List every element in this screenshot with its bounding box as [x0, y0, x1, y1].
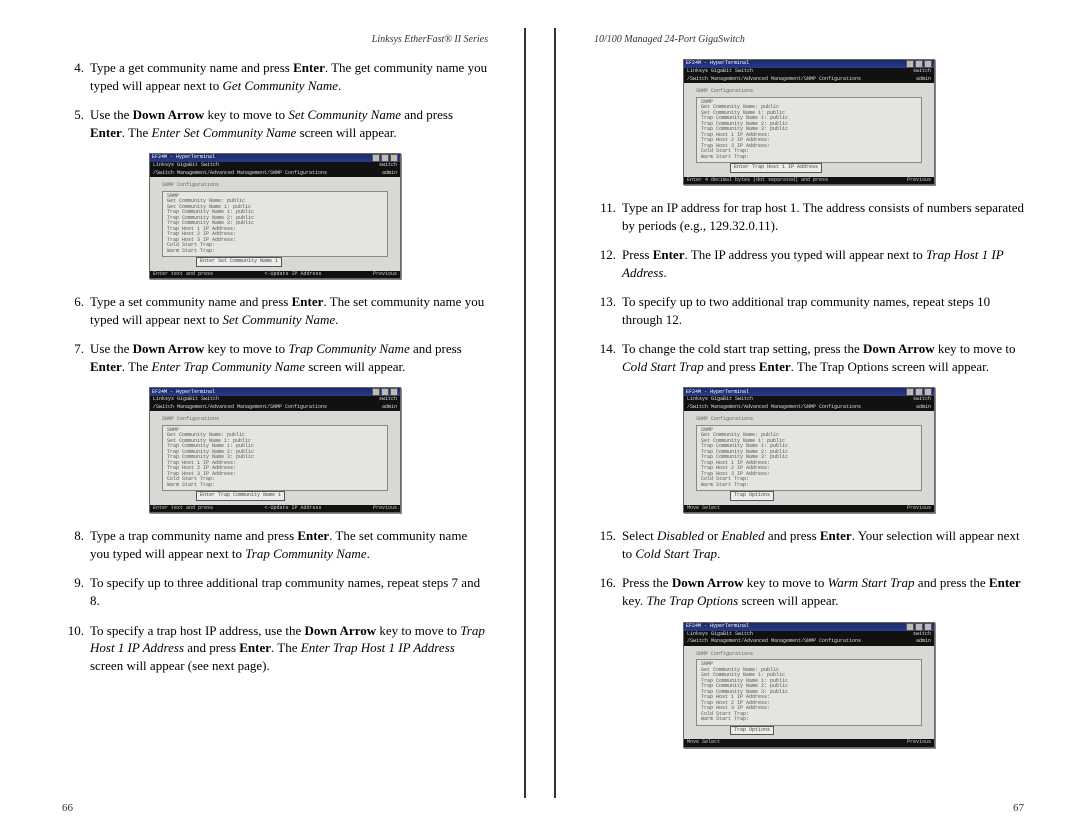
header-right: 10/100 Managed 24-Port GigaSwitch	[594, 34, 1024, 45]
steps-left: 6.Type a set community name and press En…	[62, 293, 488, 375]
screenshot-trap-host-ip: EF24M - HyperTerminalLinksys GigaBit Swi…	[683, 59, 935, 185]
screenshot-trap-options-cold: EF24M - HyperTerminalLinksys GigaBit Swi…	[683, 387, 935, 513]
step: 15.Select Disabled or Enabled and press …	[594, 527, 1024, 562]
page-number-right: 67	[1013, 802, 1024, 814]
step: 16.Press the Down Arrow key to move to W…	[594, 574, 1024, 609]
header-left: Linksys EtherFast® II Series	[62, 34, 488, 45]
screenshot-set-community: EF24M - HyperTerminalLinksys GigaBit Swi…	[149, 153, 401, 279]
step: 9.To specify up to three additional trap…	[62, 574, 488, 609]
steps-left: 8.Type a trap community name and press E…	[62, 527, 488, 674]
page-number-left: 66	[62, 802, 73, 814]
divider	[524, 28, 526, 798]
divider	[554, 28, 556, 798]
step: 13.To specify up to two additional trap …	[594, 293, 1024, 328]
step: 8.Type a trap community name and press E…	[62, 527, 488, 562]
step: 11.Type an IP address for trap host 1. T…	[594, 199, 1024, 234]
steps-right: 15.Select Disabled or Enabled and press …	[594, 527, 1024, 609]
step: 10.To specify a trap host IP address, us…	[62, 622, 488, 675]
page-right: 10/100 Managed 24-Port GigaSwitch EF24M …	[540, 0, 1080, 834]
step: 4.Type a get community name and press En…	[62, 59, 488, 94]
step: 12.Press Enter. The IP address you typed…	[594, 246, 1024, 281]
step: 14.To change the cold start trap setting…	[594, 340, 1024, 375]
step: 6.Type a set community name and press En…	[62, 293, 488, 328]
steps-right: 11.Type an IP address for trap host 1. T…	[594, 199, 1024, 375]
step: 5.Use the Down Arrow key to move to Set …	[62, 106, 488, 141]
steps-left: 4.Type a get community name and press En…	[62, 59, 488, 141]
screenshot-trap-community: EF24M - HyperTerminalLinksys GigaBit Swi…	[149, 387, 401, 513]
screenshot-trap-options-warm: EF24M - HyperTerminalLinksys GigaBit Swi…	[683, 622, 935, 748]
step: 7.Use the Down Arrow key to move to Trap…	[62, 340, 488, 375]
page-left: Linksys EtherFast® II Series 4.Type a ge…	[0, 0, 540, 834]
